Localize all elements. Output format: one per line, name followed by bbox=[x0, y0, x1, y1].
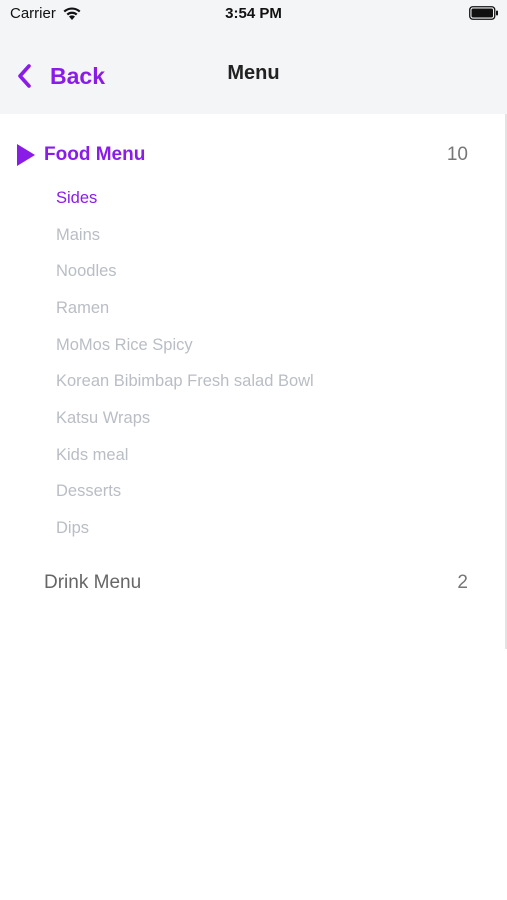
menu-item-bibimbap[interactable]: Korean Bibimbap Fresh salad Bowl bbox=[56, 366, 456, 396]
menu-item-ramen[interactable]: Ramen bbox=[56, 293, 456, 323]
expand-arrow-icon bbox=[17, 144, 35, 166]
category-food-menu[interactable]: Food Menu 10 bbox=[0, 135, 507, 175]
menu-item-desserts[interactable]: Desserts bbox=[56, 476, 456, 506]
navigation-bar: Back Menu bbox=[0, 38, 507, 114]
menu-item-katsu-wraps[interactable]: Katsu Wraps bbox=[56, 403, 456, 433]
menu-item-dips[interactable]: Dips bbox=[56, 513, 456, 543]
category-drink-menu[interactable]: Drink Menu 2 bbox=[0, 563, 507, 603]
category-count: 2 bbox=[457, 572, 468, 593]
category-label: Drink Menu bbox=[44, 572, 142, 593]
menu-item-momos[interactable]: MoMos Rice Spicy bbox=[56, 330, 456, 360]
page-title: Menu bbox=[227, 62, 280, 84]
menu-item-noodles[interactable]: Noodles bbox=[56, 256, 456, 286]
status-time: 3:54 PM bbox=[225, 5, 282, 22]
category-count: 10 bbox=[446, 144, 468, 165]
category-label: Food Menu bbox=[44, 144, 146, 165]
status-bar: Carrier 3:54 PM bbox=[0, 0, 507, 38]
menu-item-kids-meal[interactable]: Kids meal bbox=[56, 440, 456, 470]
menu-item-sides[interactable]: Sides bbox=[56, 183, 456, 213]
menu-item-mains[interactable]: Mains bbox=[56, 220, 456, 250]
battery-icon bbox=[469, 6, 498, 20]
